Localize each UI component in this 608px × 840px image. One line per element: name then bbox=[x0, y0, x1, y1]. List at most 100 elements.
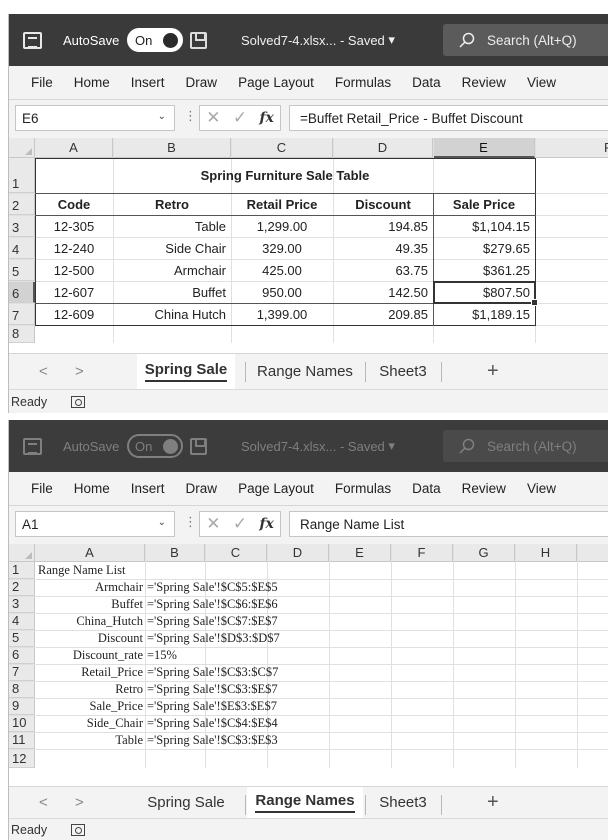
row-header-3[interactable]: 3 bbox=[9, 596, 35, 613]
range-name[interactable]: Discount bbox=[35, 630, 145, 647]
formula-input[interactable]: Range Name List bbox=[289, 511, 608, 537]
name-box[interactable]: E6 ⌄ bbox=[15, 105, 175, 131]
row-header-7[interactable]: 7 bbox=[9, 664, 35, 681]
column-header-a[interactable]: A bbox=[35, 138, 113, 158]
row-header-7[interactable]: 7 bbox=[9, 303, 35, 325]
cell-code[interactable]: 12-609 bbox=[35, 303, 113, 325]
macro-recording-icon[interactable] bbox=[71, 823, 86, 836]
range-ref[interactable]: ='Spring Sale'!$C$4:$E$4 bbox=[147, 715, 278, 732]
cell-retail-price[interactable]: 1,399.00 bbox=[231, 303, 333, 325]
column-header-g[interactable]: G bbox=[453, 544, 515, 562]
menu-view[interactable]: View bbox=[527, 481, 556, 496]
menu-home[interactable]: Home bbox=[74, 75, 110, 90]
autosave-toggle[interactable]: On bbox=[127, 14, 183, 66]
row-header-11[interactable]: 11 bbox=[9, 732, 35, 749]
range-name[interactable]: Table bbox=[35, 732, 145, 749]
column-header-e[interactable]: E bbox=[329, 544, 391, 562]
cell-code[interactable]: 12-607 bbox=[35, 281, 113, 303]
tab-range-names[interactable]: Range Names bbox=[247, 354, 363, 389]
prev-sheet-icon[interactable]: < bbox=[39, 354, 48, 389]
range-ref[interactable]: ='Spring Sale'!$C$3:$E$7 bbox=[147, 681, 278, 698]
cell-discount[interactable]: 194.85 bbox=[333, 215, 433, 237]
column-header-b[interactable]: B bbox=[113, 138, 231, 158]
column-header-h[interactable]: H bbox=[515, 544, 577, 562]
row-header-6[interactable]: 6 bbox=[9, 647, 35, 664]
cell-retail-price[interactable]: 950.00 bbox=[231, 281, 333, 303]
cell-code[interactable]: 12-500 bbox=[35, 259, 113, 281]
range-ref[interactable]: ='Spring Sale'!$C$3:$E$3 bbox=[147, 732, 278, 749]
tab-sheet3[interactable]: Sheet3 bbox=[367, 354, 439, 389]
cell-retro[interactable]: Buffet bbox=[113, 281, 231, 303]
row-header-8[interactable]: 8 bbox=[9, 681, 35, 698]
menu-review[interactable]: Review bbox=[462, 481, 506, 496]
menu-insert[interactable]: Insert bbox=[131, 75, 165, 90]
range-name[interactable]: Sale_Price bbox=[35, 698, 145, 715]
row-header-10[interactable]: 10 bbox=[9, 715, 35, 732]
header-sale-price[interactable]: Sale Price bbox=[433, 193, 535, 215]
column-header-f[interactable]: F bbox=[391, 544, 453, 562]
column-header-c[interactable]: C bbox=[205, 544, 267, 562]
menu-page-layout[interactable]: Page Layout bbox=[238, 481, 314, 496]
cancel-icon[interactable]: ✕ bbox=[206, 514, 220, 534]
more-options-icon[interactable]: ⋮ bbox=[184, 514, 197, 530]
range-ref[interactable]: ='Spring Sale'!$D$3:$D$7 bbox=[147, 630, 280, 647]
row-header-4[interactable]: 4 bbox=[9, 613, 35, 630]
row-header-3[interactable]: 3 bbox=[9, 215, 35, 237]
select-all-corner[interactable] bbox=[9, 138, 35, 158]
row-header-1[interactable]: 1 bbox=[9, 158, 35, 193]
range-ref[interactable]: ='Spring Sale'!$E$3:$E$7 bbox=[147, 698, 277, 715]
name-box-dropdown-icon[interactable]: ⌄ bbox=[158, 111, 166, 122]
cell-sale-price[interactable]: $279.65 bbox=[433, 237, 535, 259]
search-box[interactable]: Search (Alt+Q) bbox=[443, 24, 608, 56]
name-box-dropdown-icon[interactable]: ⌄ bbox=[158, 517, 166, 528]
add-sheet-icon[interactable]: + bbox=[487, 354, 499, 389]
menu-draw[interactable]: Draw bbox=[186, 75, 218, 90]
save-icon[interactable] bbox=[190, 420, 212, 472]
cell-code[interactable]: 12-240 bbox=[35, 237, 113, 259]
column-header-d[interactable]: D bbox=[333, 138, 433, 158]
save-icon[interactable] bbox=[190, 14, 212, 66]
row-header-12[interactable]: 12 bbox=[9, 749, 35, 768]
cell-retro[interactable]: China Hutch bbox=[113, 303, 231, 325]
spreadsheet-grid[interactable]: A B C D E F G H 1 2 3 4 5 6 7 8 9 10 11 … bbox=[9, 544, 608, 768]
column-header-f[interactable]: F bbox=[535, 138, 608, 158]
cell-retail-price[interactable]: 425.00 bbox=[231, 259, 333, 281]
menu-data[interactable]: Data bbox=[412, 75, 441, 90]
enter-icon[interactable]: ✓ bbox=[233, 108, 247, 128]
cell-discount[interactable]: 63.75 bbox=[333, 259, 433, 281]
macro-recording-icon[interactable] bbox=[71, 395, 86, 408]
active-cell-e6[interactable] bbox=[433, 281, 538, 306]
header-retail-price[interactable]: Retail Price bbox=[231, 193, 333, 215]
menu-insert[interactable]: Insert bbox=[131, 481, 165, 496]
name-box[interactable]: A1 ⌄ bbox=[15, 511, 175, 537]
column-header-i[interactable] bbox=[577, 544, 608, 562]
row-header-6[interactable]: 6 bbox=[9, 281, 35, 303]
cell-discount[interactable]: 209.85 bbox=[333, 303, 433, 325]
cell-retro[interactable]: Side Chair bbox=[113, 237, 231, 259]
column-header-e[interactable]: E bbox=[433, 138, 535, 158]
tab-spring-sale[interactable]: Spring Sale bbox=[137, 787, 235, 818]
range-name[interactable]: China_Hutch bbox=[35, 613, 145, 630]
menu-file[interactable]: File bbox=[31, 75, 53, 90]
tab-sheet3[interactable]: Sheet3 bbox=[367, 787, 439, 818]
column-header-c[interactable]: C bbox=[231, 138, 333, 158]
formula-input[interactable]: =Buffet Retail_Price - Buffet Discount bbox=[289, 105, 608, 131]
add-sheet-icon[interactable]: + bbox=[487, 787, 499, 818]
cell-sale-price[interactable]: $361.25 bbox=[433, 259, 535, 281]
spreadsheet-grid[interactable]: A B C D E F 1 2 3 4 5 6 7 8 Spring Furn bbox=[9, 138, 608, 343]
prev-sheet-icon[interactable]: < bbox=[39, 787, 48, 818]
range-ref[interactable]: ='Spring Sale'!$C$3:$C$7 bbox=[147, 664, 278, 681]
menu-view[interactable]: View bbox=[527, 75, 556, 90]
file-name[interactable]: Solved7-4.xlsx... - Saved ▾ bbox=[241, 420, 395, 472]
range-ref[interactable]: ='Spring Sale'!$C$6:$E$6 bbox=[147, 596, 278, 613]
cell-discount[interactable]: 49.35 bbox=[333, 237, 433, 259]
row-header-4[interactable]: 4 bbox=[9, 237, 35, 259]
table-title[interactable]: Spring Furniture Sale Table bbox=[35, 158, 535, 193]
row-header-2[interactable]: 2 bbox=[9, 193, 35, 215]
row-header-1[interactable]: 1 bbox=[9, 562, 35, 579]
range-name[interactable]: Retail_Price bbox=[35, 664, 145, 681]
list-title[interactable]: Range Name List bbox=[38, 562, 125, 579]
header-retro[interactable]: Retro bbox=[113, 193, 231, 215]
range-ref[interactable]: ='Spring Sale'!$C$5:$E$5 bbox=[147, 579, 278, 596]
cell-retail-price[interactable]: 1,299.00 bbox=[231, 215, 333, 237]
